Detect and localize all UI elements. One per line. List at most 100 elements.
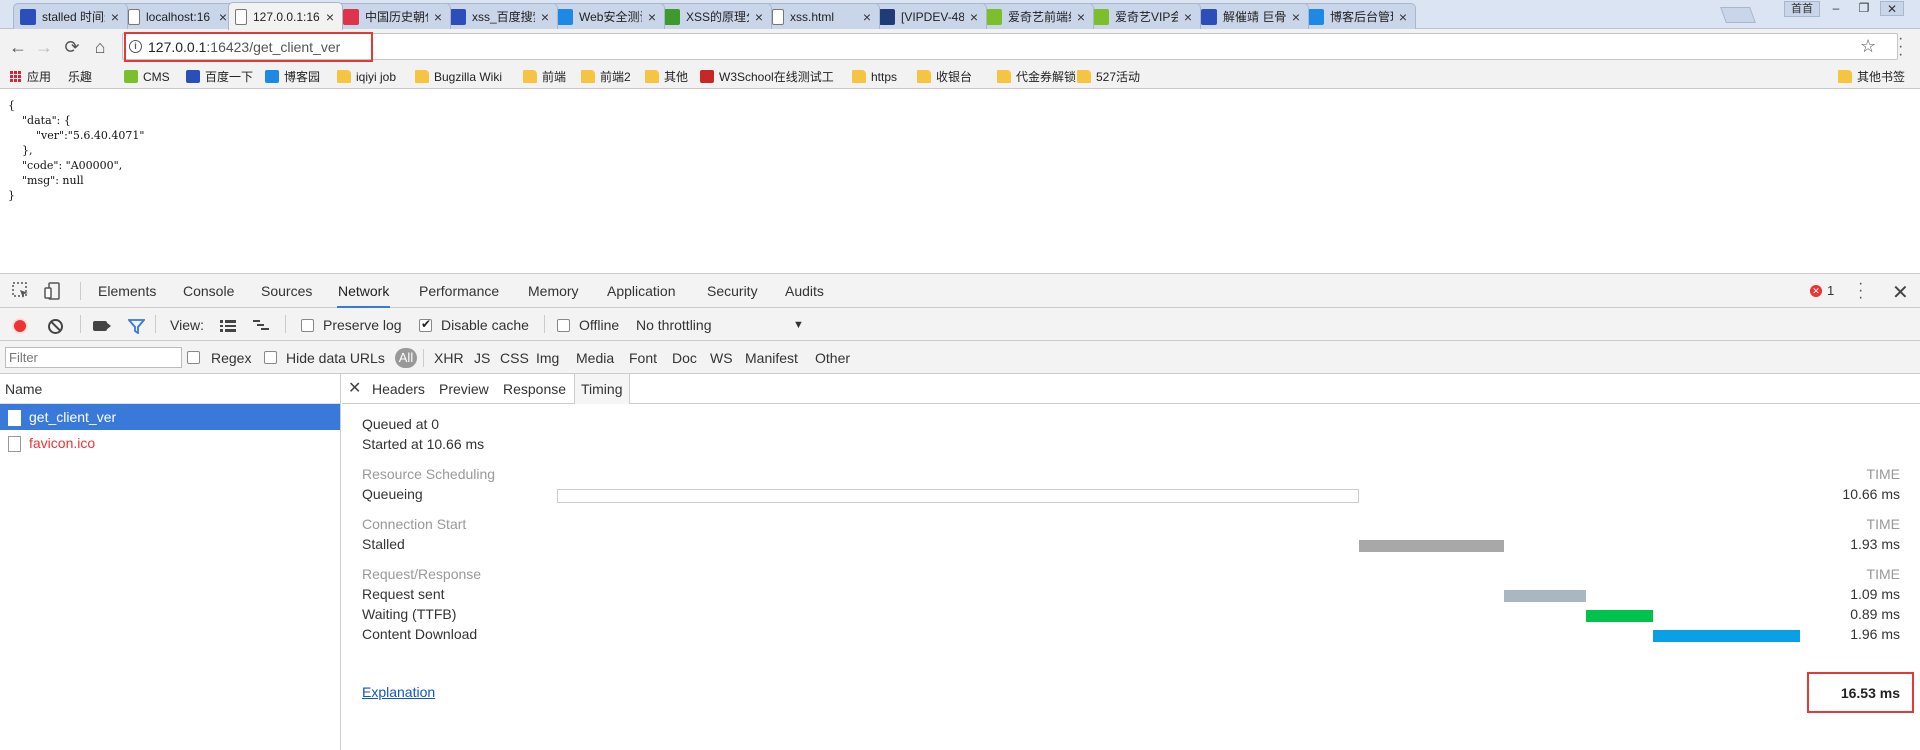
bookmark-item[interactable]: iqiyi job [337,68,396,85]
restore-icon[interactable]: ❐ [1852,1,1876,16]
name-column-header[interactable]: Name [0,374,340,404]
disable-cache-checkbox[interactable] [419,317,432,332]
explanation-link[interactable]: Explanation [362,684,435,700]
browser-tab[interactable]: 127.0.0.1:16 × [228,2,343,30]
filter-type-js[interactable]: JS [474,350,490,366]
error-counter[interactable]: ✕ 1 [1810,283,1834,298]
browser-tab[interactable]: Web安全测试 × [550,3,665,29]
browser-tab[interactable]: 爱奇艺VIP会员 × [1086,3,1201,29]
devtools-close-icon[interactable]: ✕ [1892,280,1909,305]
filter-funnel-icon[interactable] [128,319,145,334]
offline-checkbox[interactable] [557,319,570,332]
minimize-icon[interactable]: – [1824,1,1848,16]
clear-icon[interactable] [48,319,63,334]
request-row[interactable]: get_client_ver [0,404,340,430]
browser-tab[interactable]: stalled 时间过 × [13,3,128,29]
filter-type-css[interactable]: CSS [500,350,529,366]
browser-tab[interactable]: [VIPDEV-48 × [872,3,987,29]
waterfall-overview-icon[interactable] [253,320,269,332]
filter-type-other[interactable]: Other [815,350,850,366]
bookmark-item[interactable]: 百度一下 [186,68,253,85]
forward-arrow-icon[interactable]: → [32,35,56,59]
browser-tab[interactable]: 爱奇艺前端组 × [979,3,1094,29]
profile-button[interactable]: 首首 [1784,1,1820,17]
close-tab-icon[interactable]: × [1182,9,1194,25]
filter-type-ws[interactable]: WS [710,350,733,366]
close-tab-icon[interactable]: × [861,9,873,25]
device-toolbar-icon[interactable] [44,282,62,300]
browser-tab[interactable]: 中国历史朝代 × [336,3,451,29]
filter-type-img[interactable]: Img [536,350,559,366]
close-tab-icon[interactable]: × [324,9,336,25]
close-tab-icon[interactable]: × [109,9,121,25]
other-bookmarks[interactable]: 其他书签 [1838,68,1905,85]
filter-type-font[interactable]: Font [629,350,657,366]
request-row[interactable]: favicon.ico [0,430,340,456]
home-icon[interactable]: ⌂ [88,35,112,59]
detail-tab-preview[interactable]: Preview [439,374,489,404]
regex-checkbox[interactable] [187,351,200,364]
bookmark-item[interactable]: 前端2 [581,68,631,85]
browser-tab[interactable]: 解催靖 巨骨 × [1194,3,1309,29]
browser-tab[interactable]: 博客后台管理 × [1301,3,1416,29]
throttling-select[interactable]: No throttling [636,317,711,333]
bookmark-item[interactable]: CMS [124,68,170,85]
bookmark-item[interactable]: 应用 [10,68,51,85]
new-tab-button[interactable] [1720,7,1756,23]
close-tab-icon[interactable]: × [968,9,980,25]
chevron-down-icon[interactable]: ▼ [793,319,804,331]
detail-tab-timing[interactable]: Timing [574,374,630,404]
bookmark-item[interactable]: https [852,68,897,85]
close-tab-icon[interactable]: × [753,9,765,25]
bookmark-item[interactable]: 博客园 [265,68,320,85]
bookmark-item[interactable]: Bugzilla Wiki [415,68,502,85]
devtools-tab-console[interactable]: Console [182,274,235,308]
devtools-tab-security[interactable]: Security [706,274,759,308]
detail-tab-response[interactable]: Response [503,374,566,404]
devtools-tab-application[interactable]: Application [606,274,677,308]
filter-all-button[interactable]: All [395,348,417,368]
devtools-tab-elements[interactable]: Elements [97,274,157,308]
bookmark-item[interactable]: 代金券解锁 [997,68,1076,85]
devtools-tab-audits[interactable]: Audits [784,274,825,308]
browser-tab[interactable]: xss.html × [765,3,880,29]
browser-tab[interactable]: XSS的原理分 × [657,3,772,29]
bookmark-item[interactable]: 乐趣 [68,68,92,171]
filter-input[interactable] [5,347,182,368]
devtools-tab-sources[interactable]: Sources [260,274,313,308]
back-arrow-icon[interactable]: ← [6,35,30,59]
close-tab-icon[interactable]: × [646,9,658,25]
browser-menu-icon[interactable]: · · · [1898,31,1903,63]
devtools-tab-memory[interactable]: Memory [527,274,580,308]
record-icon[interactable] [12,318,28,334]
close-window-icon[interactable]: ✕ [1880,1,1904,16]
devtools-tab-network[interactable]: Network [337,274,391,308]
bookmark-item[interactable]: 527活动 [1077,68,1140,85]
devtools-menu-icon[interactable]: · · · [1858,276,1863,306]
bookmark-item[interactable]: 收银台 [917,68,972,85]
close-tab-icon[interactable]: × [1075,9,1087,25]
close-detail-icon[interactable]: ✕ [348,374,361,404]
close-tab-icon[interactable]: × [432,9,444,25]
filter-type-xhr[interactable]: XHR [434,350,464,366]
inspect-element-icon[interactable] [12,282,30,300]
filter-type-manifest[interactable]: Manifest [745,350,798,366]
close-tab-icon[interactable]: × [1290,9,1302,25]
browser-tab[interactable]: localhost:16 × [121,3,236,29]
filter-type-doc[interactable]: Doc [672,350,697,366]
capture-screenshots-icon[interactable] [93,321,107,331]
address-bar[interactable]: i 127.0.0.1:16423/get_client_ver [122,33,1898,60]
close-tab-icon[interactable]: × [539,9,551,25]
detail-tab-headers[interactable]: Headers [372,374,425,404]
large-rows-icon[interactable] [220,320,236,332]
bookmark-item[interactable]: 前端 [523,68,566,85]
filter-type-media[interactable]: Media [576,350,614,366]
hide-data-urls-checkbox[interactable] [264,351,277,364]
close-tab-icon[interactable]: × [1397,9,1409,25]
bookmark-star-icon[interactable]: ☆ [1860,36,1876,57]
devtools-tab-performance[interactable]: Performance [418,274,500,308]
bookmark-item[interactable]: W3School在线测试工 [700,68,834,85]
bookmark-item[interactable]: 其他 [645,68,688,85]
browser-tab[interactable]: xss_百度搜索 × [443,3,558,29]
reload-icon[interactable]: ⟳ [60,35,84,59]
